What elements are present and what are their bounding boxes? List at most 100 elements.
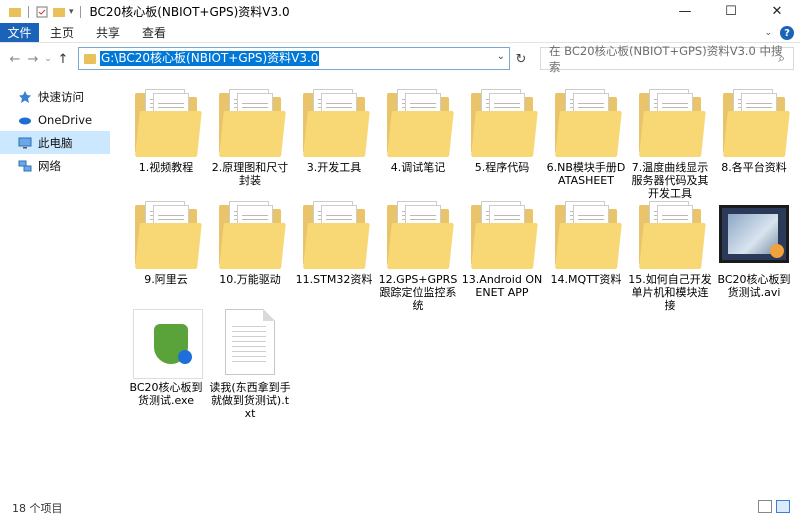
recent-locations-icon[interactable]: ⌄ — [42, 48, 54, 70]
file-item[interactable]: 2.原理图和尺寸封装 — [208, 85, 292, 187]
file-item[interactable]: 7.温度曲线显示服务器代码及其开发工具 — [628, 85, 712, 200]
folder-icon — [84, 53, 96, 64]
details-view-button[interactable] — [758, 500, 772, 513]
folder-icon — [213, 85, 287, 159]
search-placeholder: 在 BC20核心板(NBIOT+GPS)资料V3.0 中搜索 — [549, 43, 783, 74]
file-view: 1.视频教程 2.原理图和尺寸封装 3.开发工具 4.调试笔记 5.程序代码 6.NB模块… — [112, 79, 800, 492]
item-count: 18 个项目 — [12, 501, 63, 515]
folder-icon — [381, 85, 455, 159]
file-name: 6.NB模块手册DATASHEET — [546, 161, 626, 187]
chevron-down-icon[interactable]: ⌄ — [497, 51, 505, 62]
file-item[interactable]: BC20核心板到货测试.exe — [124, 305, 208, 407]
search-icon[interactable]: ⌕ — [778, 51, 785, 66]
expand-ribbon-icon[interactable]: ⌄ — [764, 28, 772, 38]
application-icon — [129, 305, 203, 379]
folder-icon — [633, 85, 707, 159]
tab-view[interactable]: 查看 — [131, 23, 177, 42]
search-input[interactable]: 在 BC20核心板(NBIOT+GPS)资料V3.0 中搜索 ⌕ — [540, 44, 794, 74]
file-item[interactable]: 10.万能驱动 — [208, 197, 292, 286]
sidebar-item-label: 网络 — [38, 158, 61, 173]
folder-icon — [549, 85, 623, 159]
maximize-button[interactable]: ☐ — [708, 0, 754, 23]
file-item[interactable]: 读我(东西拿到手就做到货测试).txt — [208, 305, 292, 420]
navigation-bar: ← → ⌄ ↑ G:\BC20核心板(NBIOT+GPS)资料V3.0 ⌄ ↻ … — [0, 44, 800, 74]
navigation-pane: 快速访问 OneDrive 此电脑 网络 — [0, 79, 110, 492]
new-folder-icon[interactable] — [52, 6, 66, 18]
help-icon[interactable]: ? — [780, 26, 794, 40]
file-name: 9.阿里云 — [144, 273, 188, 286]
file-item[interactable]: 3.开发工具 — [292, 85, 376, 174]
folder-icon — [213, 197, 287, 271]
properties-icon[interactable] — [35, 6, 49, 18]
file-item[interactable]: 11.STM32资料 — [292, 197, 376, 286]
divider — [28, 5, 29, 18]
file-name: 13.Android ONENET APP — [461, 273, 543, 299]
sidebar-item-quick-access[interactable]: 快速访问 — [0, 85, 110, 108]
network-icon — [18, 160, 32, 171]
address-bar[interactable]: G:\BC20核心板(NBIOT+GPS)资料V3.0 ⌄ — [78, 47, 510, 70]
file-name: 10.万能驱动 — [219, 273, 281, 286]
file-item[interactable]: 13.Android ONENET APP — [460, 197, 544, 299]
divider — [79, 5, 81, 18]
up-button[interactable]: ↑ — [54, 48, 72, 70]
folder-icon — [297, 85, 371, 159]
tab-share[interactable]: 共享 — [85, 23, 131, 42]
file-name: 15.如何自己开发单片机和模块连接 — [628, 273, 712, 312]
sidebar-item-onedrive[interactable]: OneDrive — [0, 108, 110, 131]
back-button[interactable]: ← — [6, 48, 24, 70]
sidebar-item-label: OneDrive — [38, 112, 93, 127]
file-item[interactable]: 1.视频教程 — [124, 85, 208, 174]
sidebar-item-network[interactable]: 网络 — [0, 154, 110, 177]
file-item[interactable]: BC20核心板到货测试.avi — [712, 197, 796, 299]
close-button[interactable]: ✕ — [754, 0, 800, 23]
quick-access-toolbar: ▾ — [0, 5, 84, 18]
video-file-icon — [717, 197, 791, 271]
file-name: 4.调试笔记 — [390, 161, 446, 174]
file-name: 12.GPS+GPRS跟踪定位监控系统 — [378, 273, 458, 312]
sidebar-item-this-pc[interactable]: 此电脑 — [0, 131, 110, 154]
file-item[interactable]: 8.各平台资料 — [712, 85, 796, 174]
folder-icon — [381, 197, 455, 271]
address-path[interactable]: G:\BC20核心板(NBIOT+GPS)资料V3.0 — [100, 51, 320, 66]
file-name: 11.STM32资料 — [295, 273, 373, 286]
file-item[interactable]: 4.调试笔记 — [376, 85, 460, 174]
refresh-icon[interactable]: ↻ — [512, 50, 530, 68]
folder-icon — [297, 197, 371, 271]
folder-icon — [129, 85, 203, 159]
title-bar: ▾ BC20核心板(NBIOT+GPS)资料V3.0 — ☐ ✕ — [0, 0, 800, 23]
file-name: 7.温度曲线显示服务器代码及其开发工具 — [631, 161, 709, 200]
star-icon — [19, 90, 31, 103]
customize-toolbar-icon[interactable]: ▾ — [69, 7, 74, 17]
tab-home[interactable]: 主页 — [39, 23, 85, 42]
sidebar-item-label: 此电脑 — [38, 135, 73, 150]
file-name: BC20核心板到货测试.exe — [129, 381, 203, 407]
folder-icon — [465, 197, 539, 271]
folder-icon — [129, 197, 203, 271]
file-item[interactable]: 6.NB模块手册DATASHEET — [544, 85, 628, 187]
forward-button[interactable]: → — [24, 48, 42, 70]
folder-icon — [549, 197, 623, 271]
text-file-icon — [213, 305, 287, 379]
folder-icon — [633, 197, 707, 271]
file-name: 读我(东西拿到手就做到货测试).txt — [209, 381, 291, 420]
file-name: 14.MQTT资料 — [550, 273, 622, 286]
file-item[interactable]: 12.GPS+GPRS跟踪定位监控系统 — [376, 197, 460, 312]
folder-icon — [9, 7, 21, 17]
status-bar: 18 个项目 — [0, 496, 800, 519]
window-title: BC20核心板(NBIOT+GPS)资料V3.0 — [89, 5, 290, 19]
ribbon-tabs: 文件 主页 共享 查看 ⌄ ? — [0, 23, 800, 43]
file-name: 1.视频教程 — [138, 161, 194, 174]
folder-icon — [717, 85, 791, 159]
file-item[interactable]: 5.程序代码 — [460, 85, 544, 174]
file-item[interactable]: 9.阿里云 — [124, 197, 208, 286]
file-name: 2.原理图和尺寸封装 — [211, 161, 289, 187]
sidebar-item-label: 快速访问 — [38, 89, 84, 104]
computer-icon — [18, 137, 32, 148]
file-name: 5.程序代码 — [474, 161, 530, 174]
file-name: 8.各平台资料 — [721, 161, 787, 174]
file-item[interactable]: 14.MQTT资料 — [544, 197, 628, 286]
minimize-button[interactable]: — — [662, 0, 708, 23]
file-item[interactable]: 15.如何自己开发单片机和模块连接 — [628, 197, 712, 312]
tab-file[interactable]: 文件 — [0, 23, 39, 42]
large-icons-view-button[interactable] — [776, 500, 790, 513]
